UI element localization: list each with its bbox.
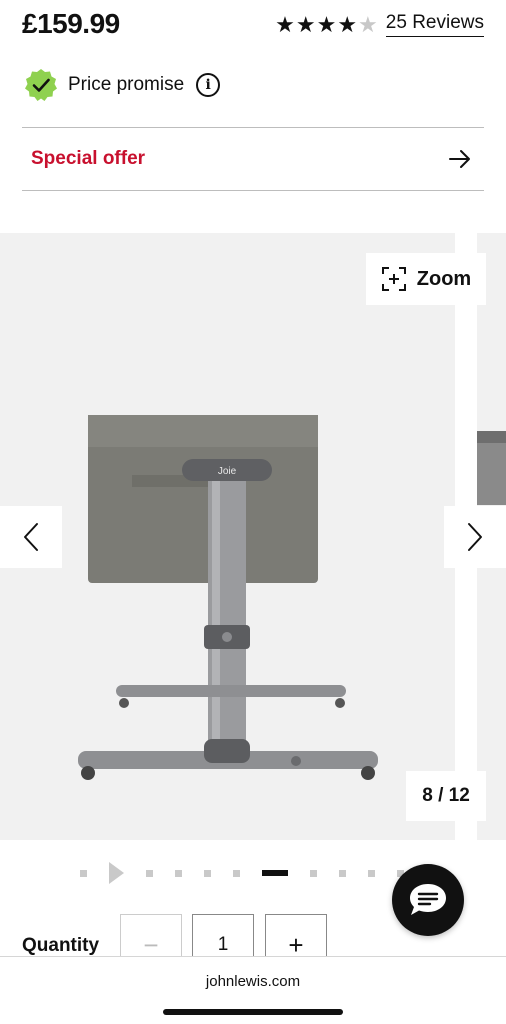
arrow-right-icon (449, 150, 470, 168)
image-counter: 8 / 12 (406, 771, 486, 821)
star-filled-icon: ★ (275, 11, 295, 37)
price: £159.99 (22, 8, 120, 39)
price-promise-label: Price promise (68, 74, 185, 95)
chat-button[interactable] (392, 864, 464, 936)
gallery-dot[interactable] (339, 869, 346, 877)
gallery-dot[interactable] (146, 869, 153, 877)
gallery-dot[interactable] (368, 869, 375, 877)
reviews-link[interactable]: 25 Reviews (385, 12, 484, 37)
image-gallery[interactable]: Joie Zoom 8 / 12 (0, 233, 506, 840)
product-image: Joie (78, 415, 378, 780)
star-filled-icon: ★ (316, 11, 337, 37)
gallery-dot[interactable] (204, 869, 211, 877)
gallery-dot[interactable] (310, 869, 317, 877)
price-promise: Price promise i (24, 68, 221, 102)
video-indicator-icon[interactable] (109, 862, 124, 884)
check-badge-icon (25, 69, 57, 101)
brand-logo: Joie (218, 466, 237, 477)
gallery-dot[interactable] (80, 869, 87, 877)
star-empty-icon: ★ (358, 11, 378, 37)
zoom-button[interactable]: Zoom (366, 253, 486, 305)
chevron-left-icon (24, 523, 38, 551)
chat-bubble-icon (410, 884, 446, 915)
special-offer-label: Special offer (31, 148, 146, 169)
home-indicator[interactable] (163, 1009, 343, 1015)
rating[interactable]: ★ ★ ★ ★ ★ 25 Reviews (275, 12, 484, 37)
next-image-button[interactable] (444, 506, 506, 568)
zoom-label: Zoom (416, 267, 472, 290)
url-bar[interactable]: johnlewis.com (0, 973, 506, 990)
gallery-dot[interactable] (175, 869, 182, 877)
divider-bottom (22, 190, 484, 191)
info-icon[interactable]: i (196, 73, 221, 97)
gallery-indicators[interactable] (80, 862, 426, 884)
star-filled-icon: ★ (295, 11, 316, 37)
quantity-label: Quantity (22, 935, 100, 956)
browser-bar: johnlewis.com (0, 956, 506, 1024)
zoom-icon (381, 267, 406, 291)
previous-image-button[interactable] (0, 506, 62, 568)
chevron-right-icon (468, 523, 482, 551)
star-rating: ★ ★ ★ ★ ★ (275, 11, 378, 37)
gallery-dot[interactable] (233, 869, 240, 877)
special-offer-row[interactable]: Special offer (22, 128, 484, 190)
star-filled-icon: ★ (337, 11, 358, 37)
gallery-dot-active[interactable] (262, 870, 288, 876)
